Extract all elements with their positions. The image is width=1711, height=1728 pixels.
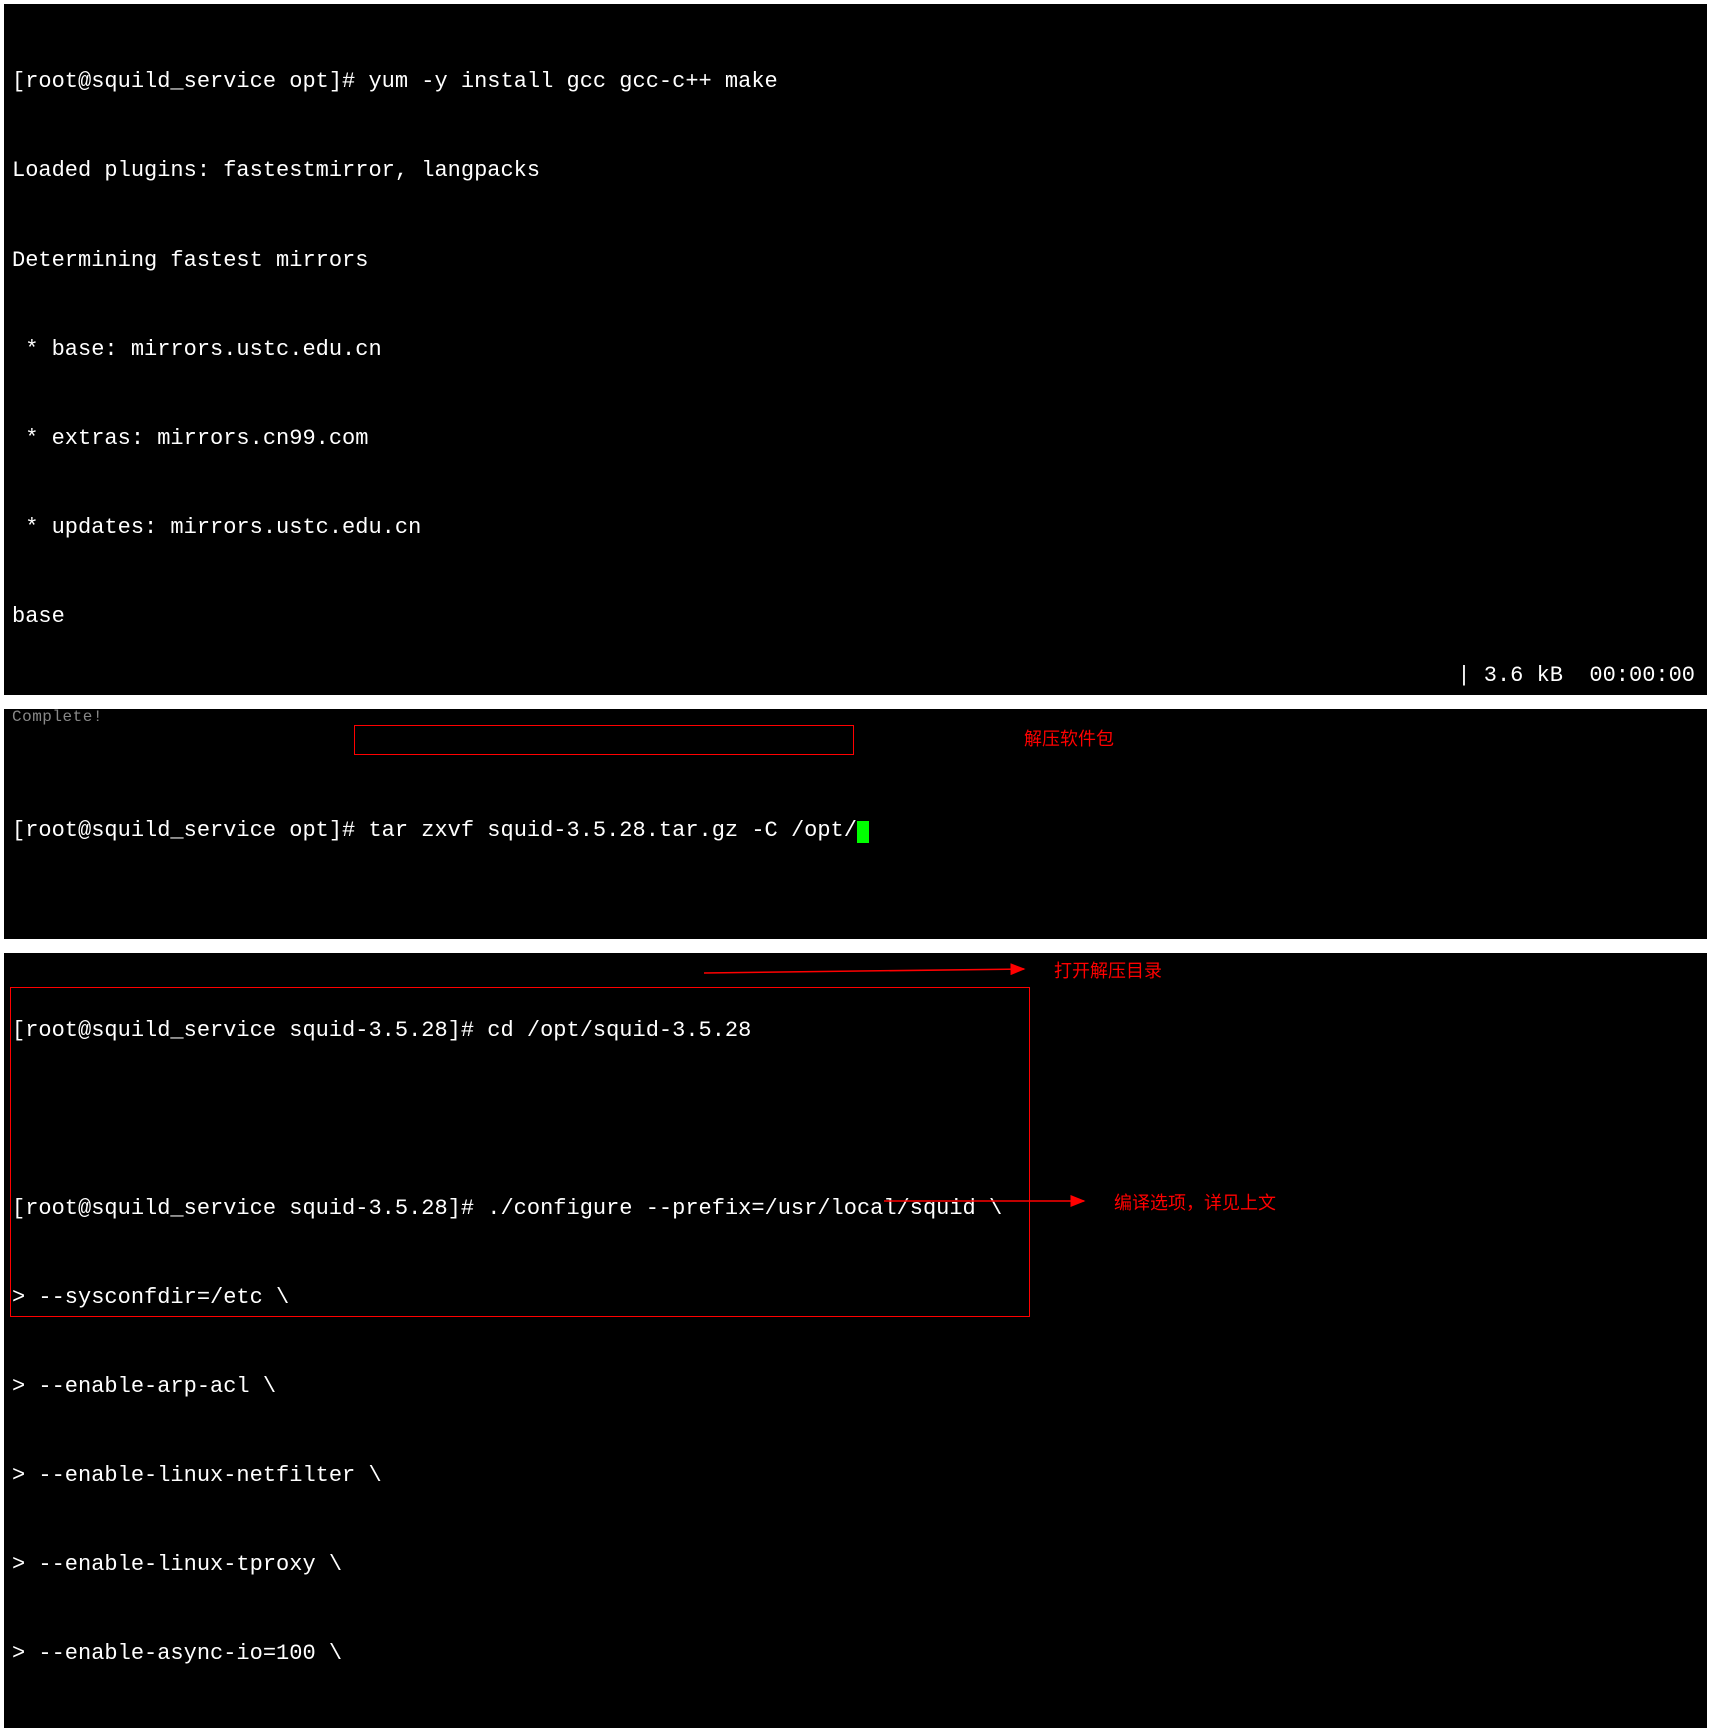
terminal-block-yum: [root@squild_service opt]# yum -y instal… xyxy=(4,4,1707,695)
terminal-block-tar: Complete! [root@squild_service opt]# tar… xyxy=(4,709,1707,939)
command-text: cd /opt/squid-3.5.28 xyxy=(487,1018,751,1043)
command-text: tar zxvf squid-3.5.28.tar.gz -C /opt/ xyxy=(368,818,856,843)
terminal-line: > --enable-linux-netfilter \ xyxy=(12,1461,1699,1491)
terminal-line: * base: mirrors.ustc.edu.cn xyxy=(12,335,1699,365)
annotation-configure: 编译选项，详见上文 xyxy=(1114,1191,1276,1215)
command-text: yum -y install gcc gcc-c++ make xyxy=(368,69,777,94)
annotation-cd: 打开解压目录 xyxy=(1054,959,1162,983)
terminal-line: Determining fastest mirrors xyxy=(12,246,1699,276)
terminal-line: > --enable-linux-tproxy \ xyxy=(12,1550,1699,1580)
terminal-block-configure: [root@squild_service squid-3.5.28]# cd /… xyxy=(4,953,1707,1728)
command-text: ./configure --prefix=/usr/local/squid \ xyxy=(487,1196,1002,1221)
terminal-line: base xyxy=(12,602,1699,632)
terminal-line: * extras: mirrors.cn99.com xyxy=(12,424,1699,454)
shell-prompt: [root@squild_service squid-3.5.28]# xyxy=(12,1018,487,1043)
terminal-line: [root@squild_service squid-3.5.28]# ./co… xyxy=(12,1194,1699,1224)
shell-prompt: [root@squild_service squid-3.5.28]# xyxy=(12,1196,487,1221)
terminal-line: Loaded plugins: fastestmirror, langpacks xyxy=(12,156,1699,186)
annotation-tar: 解压软件包 xyxy=(1024,727,1114,751)
cursor-icon xyxy=(857,821,869,843)
terminal-line: [root@squild_service opt]# tar zxvf squi… xyxy=(12,816,1699,846)
arrow-icon xyxy=(704,965,1044,985)
shell-prompt: [root@squild_service opt]# xyxy=(12,818,368,843)
download-status: | 3.6 kB 00:00:00 xyxy=(1457,661,1695,691)
terminal-line: > --sysconfdir=/etc \ xyxy=(12,1283,1699,1313)
terminal-line: [root@squild_service opt]# yum -y instal… xyxy=(12,67,1699,97)
shell-prompt: [root@squild_service opt]# xyxy=(12,69,368,94)
truncated-text: Complete! xyxy=(12,707,103,729)
terminal-line: > --enable-async-io=100 \ xyxy=(12,1639,1699,1669)
terminal-line: * updates: mirrors.ustc.edu.cn xyxy=(12,513,1699,543)
terminal-line: [root@squild_service squid-3.5.28]# cd /… xyxy=(12,1016,1699,1046)
highlight-box xyxy=(354,725,854,755)
terminal-line: > --enable-arp-acl \ xyxy=(12,1372,1699,1402)
